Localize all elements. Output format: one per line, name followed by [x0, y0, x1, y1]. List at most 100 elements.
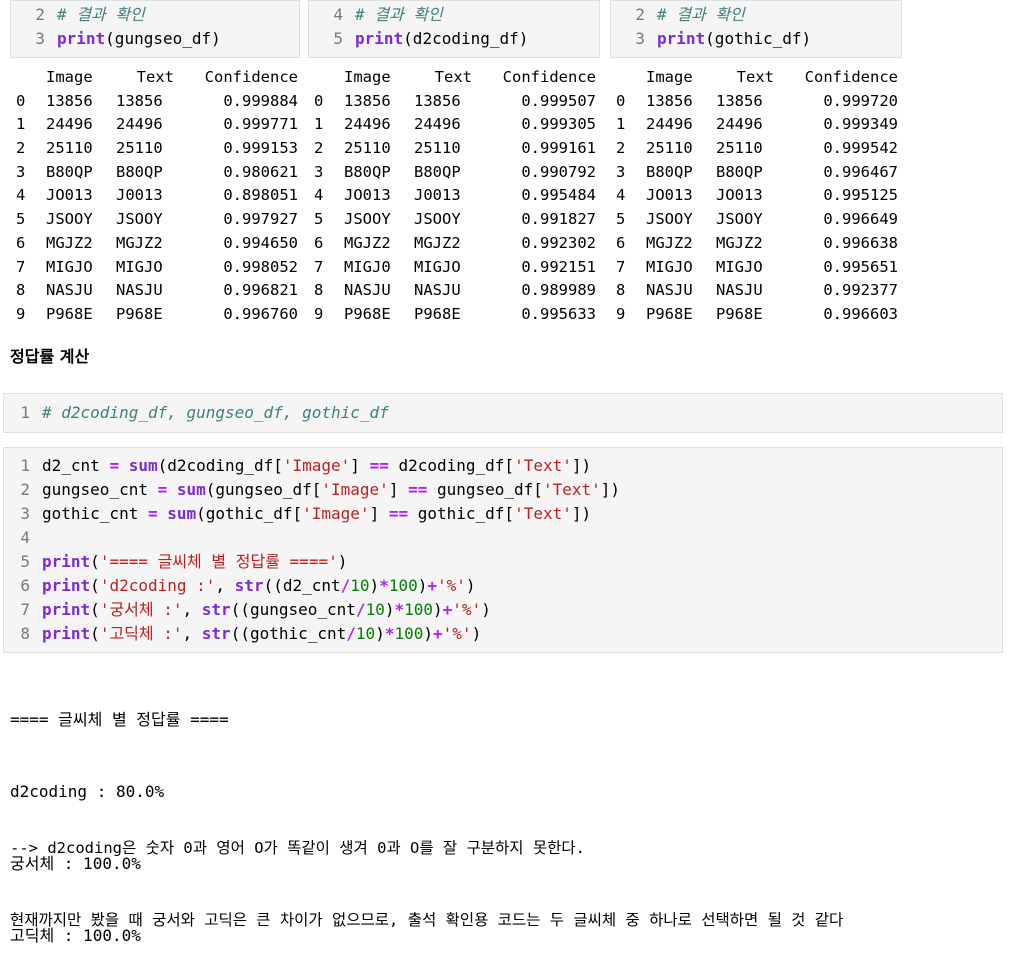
image-cell: 24496	[646, 115, 693, 134]
row-index: 5	[616, 210, 626, 229]
text-cell: P968E	[716, 304, 763, 323]
row-index: 0	[314, 91, 324, 110]
row-index: 1	[314, 115, 324, 134]
row-index: 4	[314, 186, 324, 205]
code-line: 2 # 결과 확인	[635, 5, 745, 24]
image-cell: 25110	[46, 139, 93, 158]
image-cell: 24496	[46, 115, 93, 134]
code-line: 7 print('궁서체 :', str((gungseo_cnt/10)*100…	[20, 600, 491, 619]
code-line: 2 gungseo_cnt = sum(gungseo_df['Image'] =…	[20, 480, 620, 499]
confidence-cell: 0.999349	[823, 115, 898, 134]
row-index: 5	[314, 210, 324, 229]
column-header: Text	[736, 68, 774, 86]
table-header: Image Text Confidence	[16, 66, 298, 90]
code-cell-d2coding[interactable]: 4 # 결과 확인 5 print(d2coding_df)	[308, 0, 600, 58]
confidence-cell: 0.999884	[223, 91, 298, 110]
confidence-cell: 0.996638	[823, 233, 898, 252]
row-index: 9	[616, 304, 626, 323]
row-index: 0	[16, 91, 26, 110]
code-cell-gothic[interactable]: 2 # 결과 확인 3 print(gothic_df)	[610, 0, 902, 58]
table-row: 1 24496 24496 0.999771	[16, 113, 298, 137]
image-cell: MIGJO	[46, 257, 93, 276]
table-row: 7 MIGJ0 MIGJO 0.992151	[314, 256, 596, 280]
text-cell: MGJZ2	[716, 233, 763, 252]
confidence-cell: 0.989989	[521, 281, 596, 300]
row-index: 4	[16, 186, 26, 205]
image-cell: 25110	[344, 139, 391, 158]
image-cell: JSOOY	[646, 210, 693, 229]
code-line: 2 # 결과 확인	[35, 5, 145, 24]
text-cell: 13856	[116, 91, 163, 110]
code-cell-accuracy[interactable]: 1 d2_cnt = sum(d2coding_df['Image'] == d2…	[3, 447, 1003, 653]
row-index: 9	[314, 304, 324, 323]
note-line: --> d2coding은 숫자 0과 영어 O가 똑같이 생겨 0과 O를 잘…	[10, 839, 586, 857]
table-row: 5 JSOOY JSOOY 0.997927	[16, 208, 298, 232]
image-cell: 13856	[344, 91, 391, 110]
column-header: Text	[434, 68, 472, 86]
table-row: 5 JSOOY JSOOY 0.996649	[616, 208, 898, 232]
table-row: 6 MGJZ2 MGJZ2 0.994650	[16, 232, 298, 256]
confidence-cell: 0.991827	[521, 210, 596, 229]
text-cell: B80QP	[716, 162, 763, 181]
confidence-cell: 0.994650	[223, 233, 298, 252]
text-cell: 25110	[716, 139, 763, 158]
table-row: 3 B80QP B80QP 0.996467	[616, 161, 898, 185]
table-row: 0 13856 13856 0.999884	[16, 90, 298, 114]
confidence-cell: 0.995125	[823, 186, 898, 205]
row-index: 5	[16, 210, 26, 229]
text-cell: MIGJO	[414, 257, 461, 276]
row-index: 3	[616, 162, 626, 181]
column-header: Image	[344, 68, 391, 86]
code-line: 1 # d2coding_df, gungseo_df, gothic_df	[20, 403, 389, 422]
text-cell: MIGJO	[716, 257, 763, 276]
image-cell: MGJZ2	[46, 233, 93, 252]
table-row: 6 MGJZ2 MGJZ2 0.992302	[314, 232, 596, 256]
code-line: 1 d2_cnt = sum(d2coding_df['Image'] == d2…	[20, 456, 592, 475]
confidence-cell: 0.998052	[223, 257, 298, 276]
text-cell: P968E	[414, 304, 461, 323]
table-row: 0 13856 13856 0.999507	[314, 90, 596, 114]
dataframe-output-gungseo: Image Text Confidence 0 13856 13856 0.999884 1 2…	[16, 66, 298, 327]
table-row: 4 JO013 J0013 0.995484	[314, 184, 596, 208]
table-row: 9 P968E P968E 0.995633	[314, 303, 596, 327]
text-cell: 13856	[414, 91, 461, 110]
code-line: 4	[20, 528, 30, 547]
confidence-cell: 0.999720	[823, 91, 898, 110]
table-row: 9 P968E P968E 0.996760	[16, 303, 298, 327]
table-row: 1 24496 24496 0.999305	[314, 113, 596, 137]
code-line: 6 print('d2coding :', str((d2_cnt/10)*100…	[20, 576, 476, 595]
text-cell: NASJU	[116, 281, 163, 300]
image-cell: 13856	[646, 91, 693, 110]
dataframe-output-gothic: Image Text Confidence 0 13856 13856 0.999720 1 2…	[616, 66, 898, 327]
row-index: 8	[616, 281, 626, 300]
text-cell: JSOOY	[116, 210, 163, 229]
image-cell: 13856	[46, 91, 93, 110]
confidence-cell: 0.995633	[521, 304, 596, 323]
confidence-cell: 0.996467	[823, 162, 898, 181]
confidence-cell: 0.999161	[521, 139, 596, 158]
image-cell: 24496	[344, 115, 391, 134]
image-cell: JSOOY	[46, 210, 93, 229]
confidence-cell: 0.898051	[223, 186, 298, 205]
image-cell: 25110	[646, 139, 693, 158]
row-index: 6	[16, 233, 26, 252]
text-cell: J0013	[414, 186, 461, 205]
image-cell: NASJU	[344, 281, 391, 300]
code-cell-gungseo[interactable]: 2 # 결과 확인 3 print(gungseo_df)	[10, 0, 300, 58]
confidence-cell: 0.999771	[223, 115, 298, 134]
table-row: 4 JO013 JO013 0.995125	[616, 184, 898, 208]
column-header: Confidence	[502, 68, 596, 86]
confidence-cell: 0.995651	[823, 257, 898, 276]
output-line: ==== 글씨체 별 정답률 ====	[10, 710, 229, 729]
confidence-cell: 0.997927	[223, 210, 298, 229]
text-cell: NASJU	[414, 281, 461, 300]
code-line: 5 print(d2coding_df)	[333, 29, 529, 48]
code-line: 8 print('고딕체 :', str((gothic_cnt/10)*100)…	[20, 624, 482, 643]
row-index: 2	[16, 139, 26, 158]
row-index: 8	[16, 281, 26, 300]
image-cell: JO013	[344, 186, 391, 205]
code-cell-comment[interactable]: 1 # d2coding_df, gungseo_df, gothic_df	[3, 393, 1003, 433]
row-index: 1	[16, 115, 26, 134]
confidence-cell: 0.995484	[521, 186, 596, 205]
confidence-cell: 0.992377	[823, 281, 898, 300]
